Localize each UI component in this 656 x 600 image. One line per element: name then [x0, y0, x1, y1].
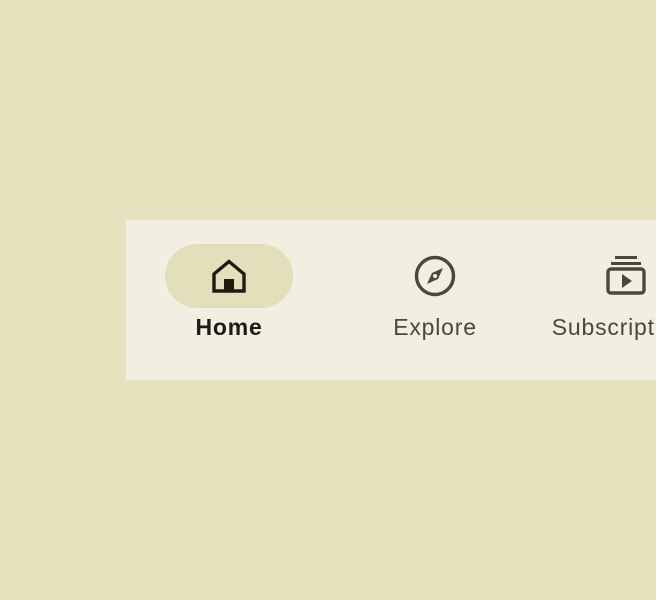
explore-compass-icon — [413, 254, 457, 298]
nav-icon-container — [562, 244, 656, 308]
bottom-navigation-bar: Home Explore Subscript — [126, 220, 656, 380]
nav-item-home[interactable]: Home — [149, 244, 309, 356]
nav-label-subscriptions: Subscriptions — [551, 314, 656, 340]
nav-item-subscriptions[interactable]: Subscriptions — [546, 244, 656, 356]
subscriptions-icon — [604, 254, 648, 298]
active-indicator — [165, 244, 293, 308]
nav-icon-container — [371, 244, 499, 308]
nav-label-home: Home — [195, 314, 263, 340]
home-icon — [209, 256, 249, 296]
nav-item-explore[interactable]: Explore — [355, 244, 515, 356]
nav-label-explore: Explore — [393, 314, 477, 340]
